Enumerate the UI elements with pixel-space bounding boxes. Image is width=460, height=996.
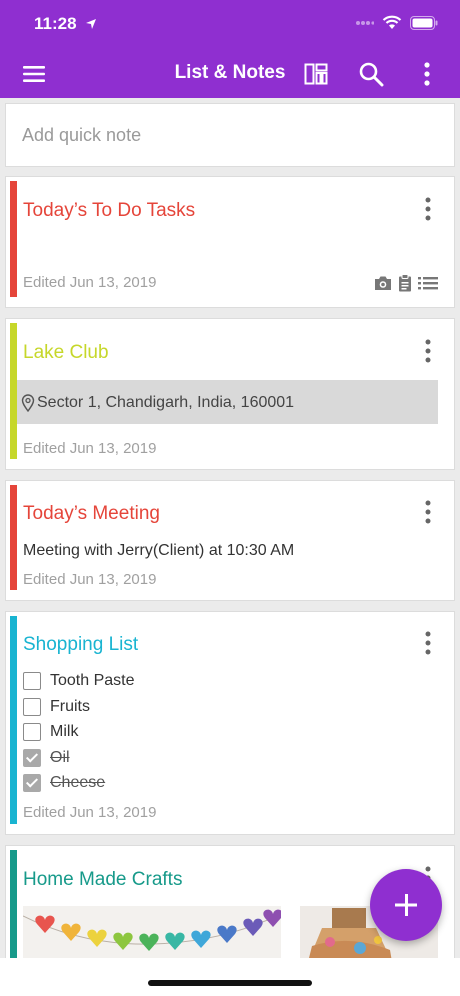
color-bar [10,485,17,590]
checklist-label: Cheese [50,774,106,791]
note-title: Today’s To Do Tasks [23,200,196,221]
checkbox[interactable] [23,698,41,716]
checklist-item[interactable]: Oil [23,748,70,768]
card-more-icon[interactable] [422,630,434,656]
card-more-icon[interactable] [422,196,434,222]
edited-date: Edited Jun 13, 2019 [23,274,157,291]
edited-date: Edited Jun 13, 2019 [23,440,157,457]
status-bar: 11:28 [0,0,460,50]
quick-note-input[interactable] [6,104,454,166]
checklist-label: Milk [50,723,79,740]
checklist-item[interactable]: Cheese [23,773,105,793]
note-card[interactable]: Shopping List Tooth Paste Fruits Milk Oi… [5,611,455,835]
location-box[interactable]: Sector 1, Chandigarh, India, 160001 [17,380,438,424]
edited-date: Edited Jun 13, 2019 [23,804,157,821]
location-text: Sector 1, Chandigarh, India, 160001 [37,394,295,411]
checkbox-checked[interactable] [23,774,41,792]
note-title: Lake Club [23,342,109,363]
camera-icon [375,276,391,290]
checklist-item[interactable]: Tooth Paste [23,671,135,691]
edited-date: Edited Jun 13, 2019 [23,571,157,588]
note-card[interactable]: Today’s To Do Tasks Edited Jun 13, 2019 [5,176,455,308]
checkbox[interactable] [23,672,41,690]
bottom-area [0,958,460,996]
battery-icon [410,15,438,30]
card-more-icon[interactable] [422,499,434,525]
note-title: Home Made Crafts [23,869,183,890]
checklist-label: Fruits [50,698,90,715]
note-card[interactable]: Lake Club Sector 1, Chandigarh, India, 1… [5,318,455,470]
note-title: Shopping List [23,634,139,655]
list-icon [418,277,438,290]
quick-note-box [5,103,455,167]
note-card[interactable]: Today’s Meeting Meeting with Jerry(Clien… [5,480,455,601]
home-indicator[interactable] [148,980,312,986]
status-time: 11:28 [34,14,77,33]
wifi-icon [382,15,402,29]
layout-icon[interactable] [302,60,330,88]
checklist-label: Tooth Paste [50,672,135,689]
checklist-item[interactable]: Milk [23,722,78,742]
card-more-icon[interactable] [422,338,434,364]
color-bar [10,181,17,297]
app-bar: List & Notes [0,50,460,98]
note-title: Today’s Meeting [23,503,160,524]
app-title: List & Notes [174,62,286,83]
signal-dots-icon [356,20,374,25]
note-body: Meeting with Jerry(Client) at 10:30 AM [23,542,295,559]
search-icon[interactable] [357,60,385,88]
checklist-item[interactable]: Fruits [23,697,90,717]
checklist-label: Oil [50,749,70,766]
checkbox-checked[interactable] [23,749,41,767]
checkbox[interactable] [23,723,41,741]
location-arrow-icon [86,19,96,29]
crochet-hearts-image [23,906,281,962]
color-bar [10,323,17,459]
app-header: 11:28 List & Notes [0,0,460,98]
clipboard-icon [399,274,411,292]
color-bar [10,850,17,974]
color-bar [10,616,17,824]
status-icons [356,15,438,30]
plus-icon [395,894,417,916]
add-note-button[interactable] [370,869,442,941]
more-vertical-icon[interactable] [415,60,439,88]
location-pin-icon [21,394,35,412]
